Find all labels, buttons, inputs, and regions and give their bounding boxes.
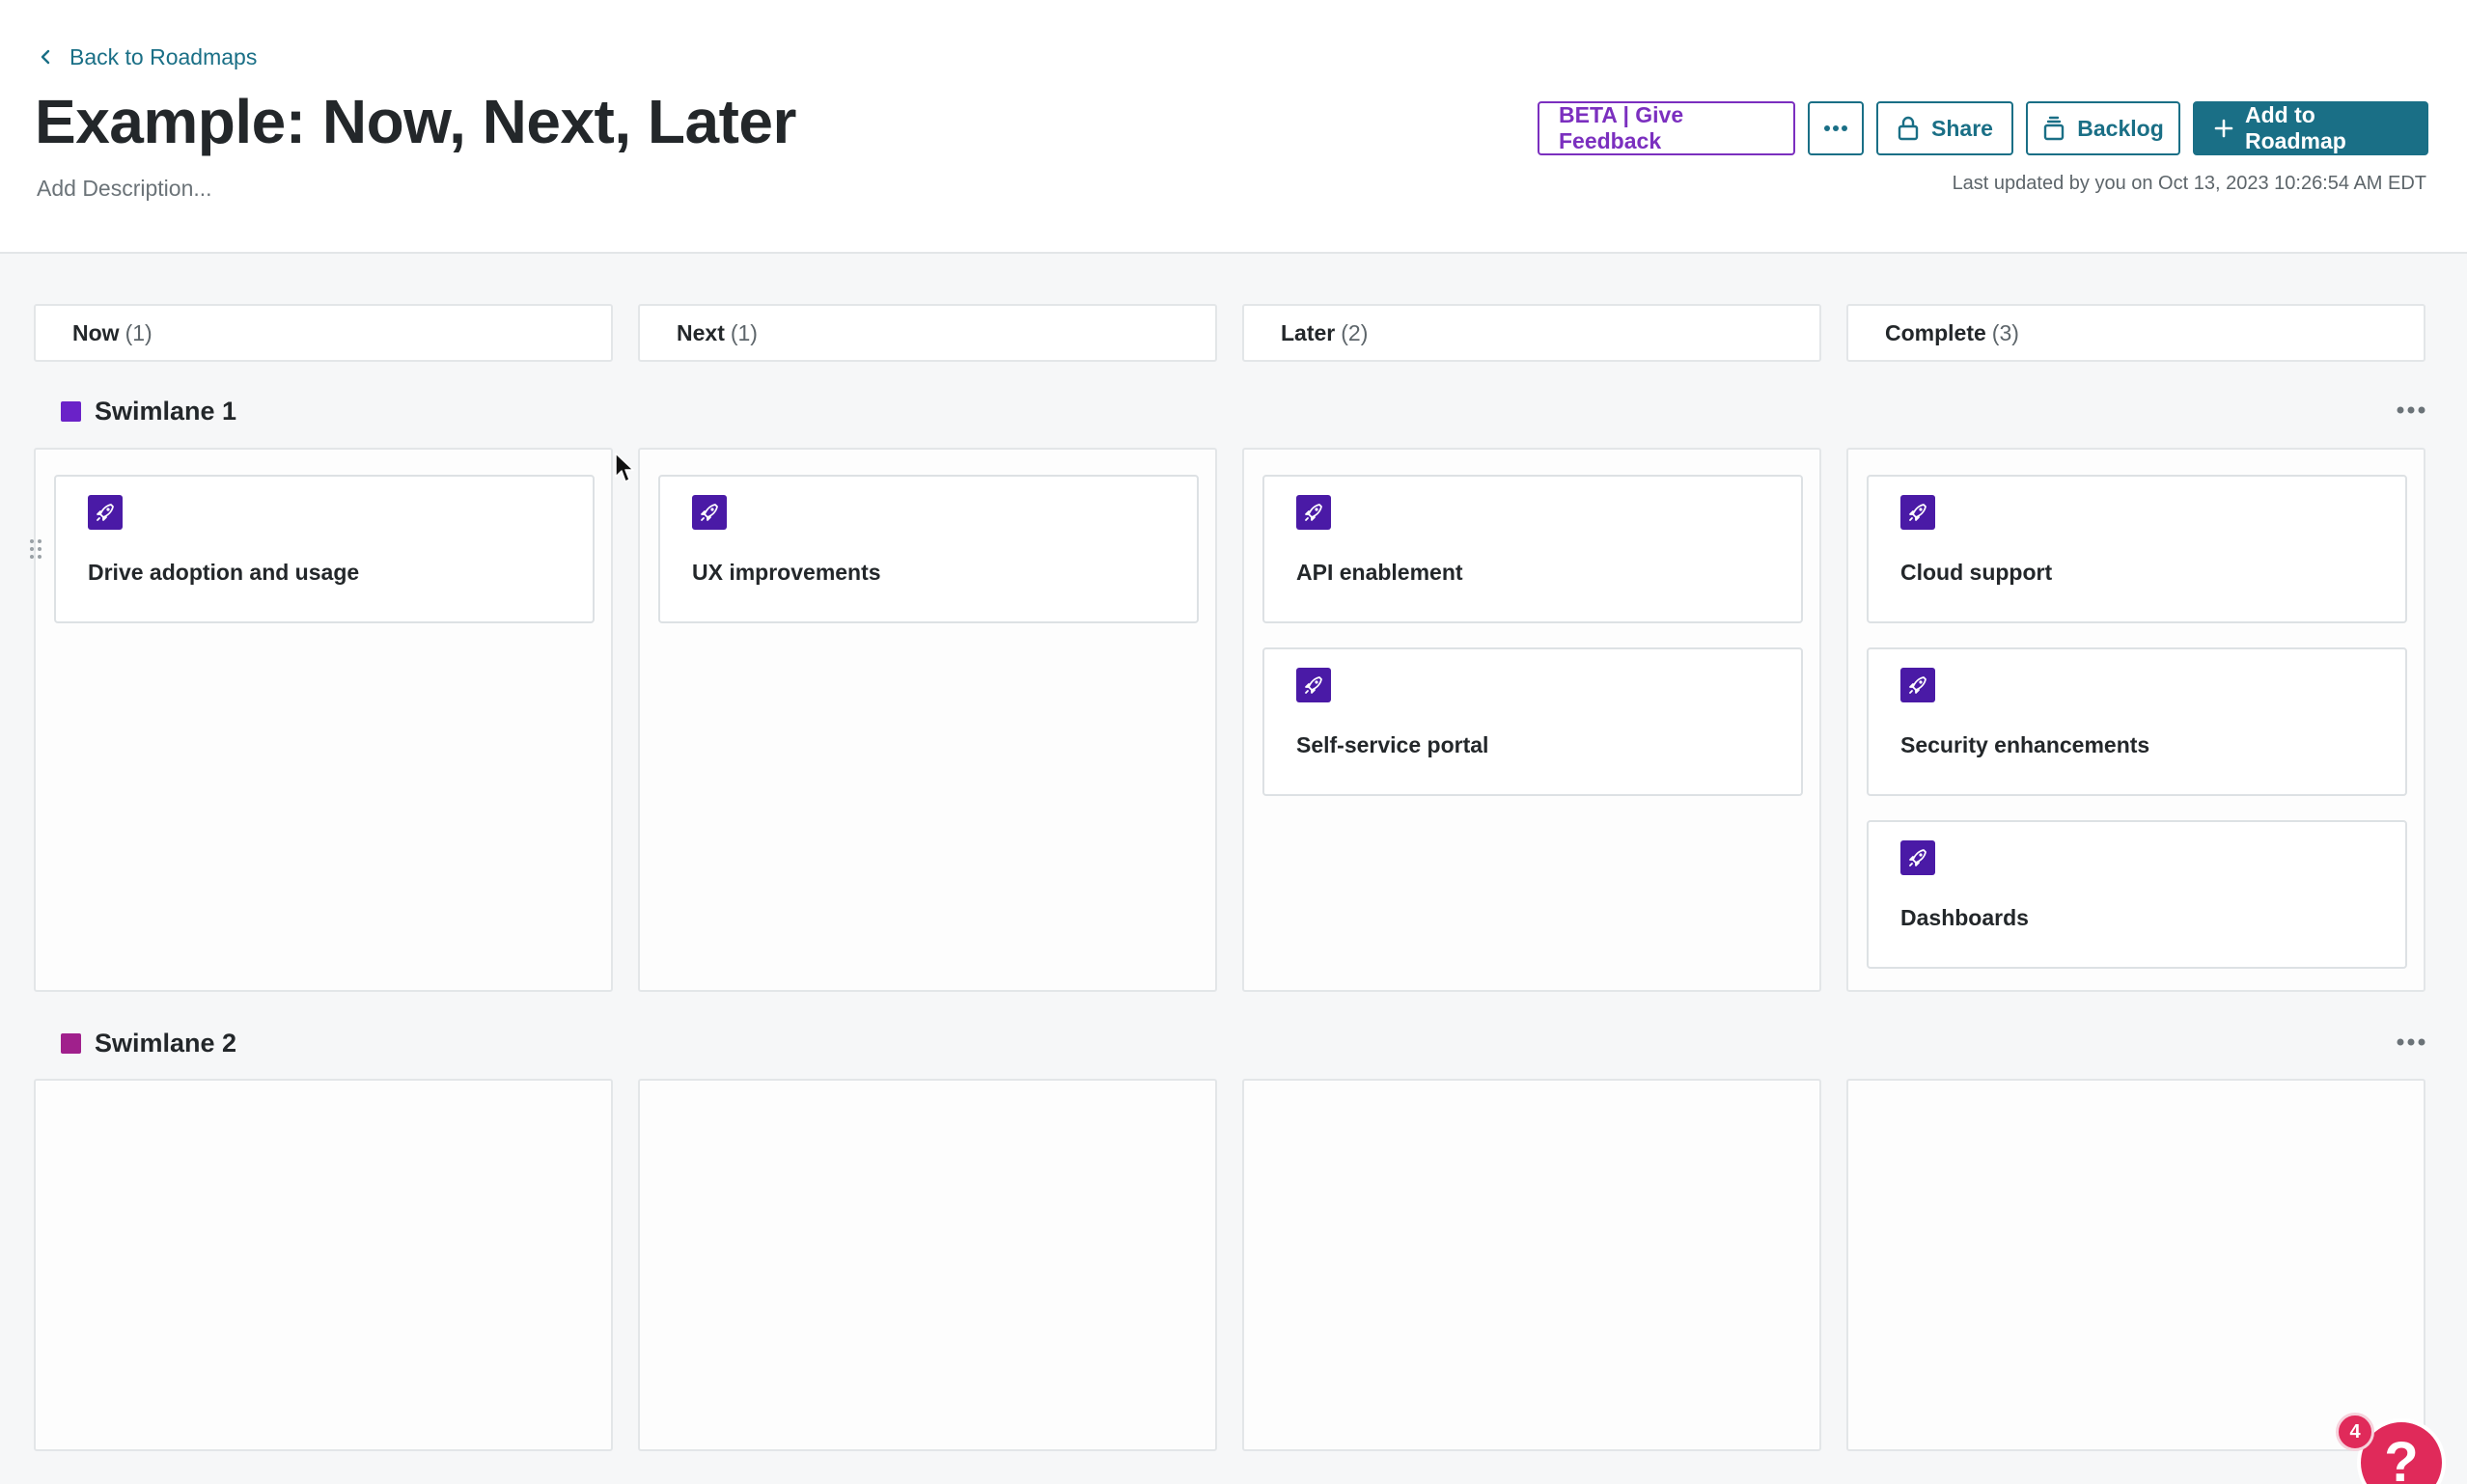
notification-badge: 4 bbox=[2336, 1413, 2374, 1451]
column-header-now[interactable]: Now (1) bbox=[34, 304, 613, 362]
swimlane-label: Swimlane 2 bbox=[95, 1028, 237, 1058]
column-count: (3) bbox=[1991, 319, 2019, 345]
swimlane-label: Swimlane 1 bbox=[95, 396, 237, 426]
swimlane-2-title[interactable]: Swimlane 2 bbox=[61, 1026, 236, 1060]
help-widget[interactable]: ? 4 bbox=[2336, 1407, 2448, 1484]
swimlane-2-menu-button[interactable] bbox=[2392, 1028, 2430, 1057]
column-header-later[interactable]: Later (2) bbox=[1242, 304, 1821, 362]
card-title: UX improvements bbox=[692, 560, 881, 585]
backlog-label: Backlog bbox=[2077, 115, 2164, 141]
give-feedback-button[interactable]: BETA | Give Feedback bbox=[1538, 101, 1795, 155]
ellipsis-icon bbox=[2397, 406, 2425, 414]
column-label: Now bbox=[72, 319, 120, 345]
rocket-icon bbox=[88, 495, 123, 530]
add-to-roadmap-label: Add to Roadmap bbox=[2245, 102, 2346, 153]
card-title: Security enhancements bbox=[1900, 732, 2150, 757]
plus-icon bbox=[2214, 119, 2233, 138]
card-title: Cloud support bbox=[1900, 560, 2053, 585]
swimlane-color-swatch bbox=[61, 400, 81, 422]
ellipsis-icon bbox=[1824, 125, 1847, 131]
share-label: Share bbox=[1931, 115, 1993, 141]
mouse-cursor-icon bbox=[615, 453, 634, 482]
swimlane-1-cell-now[interactable]: Drive adoption and usage bbox=[30, 448, 613, 992]
rocket-icon bbox=[1900, 495, 1935, 530]
header-actions: BETA | Give Feedback Share Backlog Add t… bbox=[1538, 101, 2428, 155]
roadmap-card[interactable]: UX improvements bbox=[658, 475, 1199, 623]
swimlane-1-cell-next[interactable]: UX improvements bbox=[638, 448, 1217, 992]
card-title: API enablement bbox=[1296, 560, 1463, 585]
add-to-roadmap-button[interactable]: Add to Roadmap bbox=[2193, 101, 2428, 155]
drag-handle-icon[interactable] bbox=[29, 538, 42, 560]
ellipsis-icon bbox=[2397, 1038, 2425, 1046]
column-label: Later bbox=[1281, 319, 1336, 345]
page-header: Back to Roadmaps Example: Now, Next, Lat… bbox=[0, 0, 2467, 254]
back-to-roadmaps-link[interactable]: Back to Roadmaps bbox=[37, 42, 257, 71]
card-title: Drive adoption and usage bbox=[88, 560, 360, 585]
roadmap-card[interactable]: Cloud support bbox=[1867, 475, 2407, 623]
lock-icon bbox=[1898, 116, 1919, 141]
rocket-icon bbox=[1900, 840, 1935, 875]
rocket-icon bbox=[1296, 668, 1331, 702]
column-label: Complete bbox=[1885, 319, 1986, 345]
swimlane-2-cell-complete[interactable] bbox=[1846, 1079, 2425, 1451]
swimlane-1-cell-complete[interactable]: Cloud support Security enhancements Dash… bbox=[1846, 448, 2425, 992]
roadmap-card[interactable]: API enablement bbox=[1262, 475, 1803, 623]
chevron-left-icon bbox=[41, 49, 50, 65]
description-field[interactable]: Add Description... bbox=[37, 176, 212, 202]
swimlane-1-title[interactable]: Swimlane 1 bbox=[61, 394, 236, 428]
card-title: Dashboards bbox=[1900, 905, 2029, 930]
stack-icon bbox=[2044, 116, 2065, 141]
column-count: (2) bbox=[1341, 319, 1369, 345]
roadmap-card[interactable]: Security enhancements bbox=[1867, 647, 2407, 796]
backlog-button[interactable]: Backlog bbox=[2026, 101, 2180, 155]
roadmap-card[interactable]: Self-service portal bbox=[1262, 647, 1803, 796]
column-count: (1) bbox=[125, 319, 152, 345]
back-link-label: Back to Roadmaps bbox=[69, 43, 258, 69]
rocket-icon bbox=[1900, 668, 1935, 702]
column-header-next[interactable]: Next (1) bbox=[638, 304, 1217, 362]
page-title[interactable]: Example: Now, Next, Later bbox=[35, 83, 796, 160]
last-updated-text: Last updated by you on Oct 13, 2023 10:2… bbox=[1952, 173, 2426, 194]
column-label: Next bbox=[677, 319, 725, 345]
column-header-complete[interactable]: Complete (3) bbox=[1846, 304, 2425, 362]
swimlane-color-swatch bbox=[61, 1032, 81, 1054]
roadmap-card[interactable]: Dashboards bbox=[1867, 820, 2407, 969]
column-count: (1) bbox=[730, 319, 758, 345]
swimlane-1-cell-later[interactable]: API enablement Self-service portal bbox=[1242, 448, 1821, 992]
roadmap-card[interactable]: Drive adoption and usage bbox=[30, 475, 595, 623]
swimlane-2-cell-now[interactable] bbox=[34, 1079, 613, 1451]
card-title: Self-service portal bbox=[1296, 732, 1489, 757]
rocket-icon bbox=[1296, 495, 1331, 530]
share-button[interactable]: Share bbox=[1876, 101, 2013, 155]
more-options-button[interactable] bbox=[1808, 101, 1864, 155]
swimlane-1-menu-button[interactable] bbox=[2392, 396, 2430, 425]
swimlane-2-cell-later[interactable] bbox=[1242, 1079, 1821, 1451]
rocket-icon bbox=[692, 495, 727, 530]
swimlane-2-cell-next[interactable] bbox=[638, 1079, 1217, 1451]
